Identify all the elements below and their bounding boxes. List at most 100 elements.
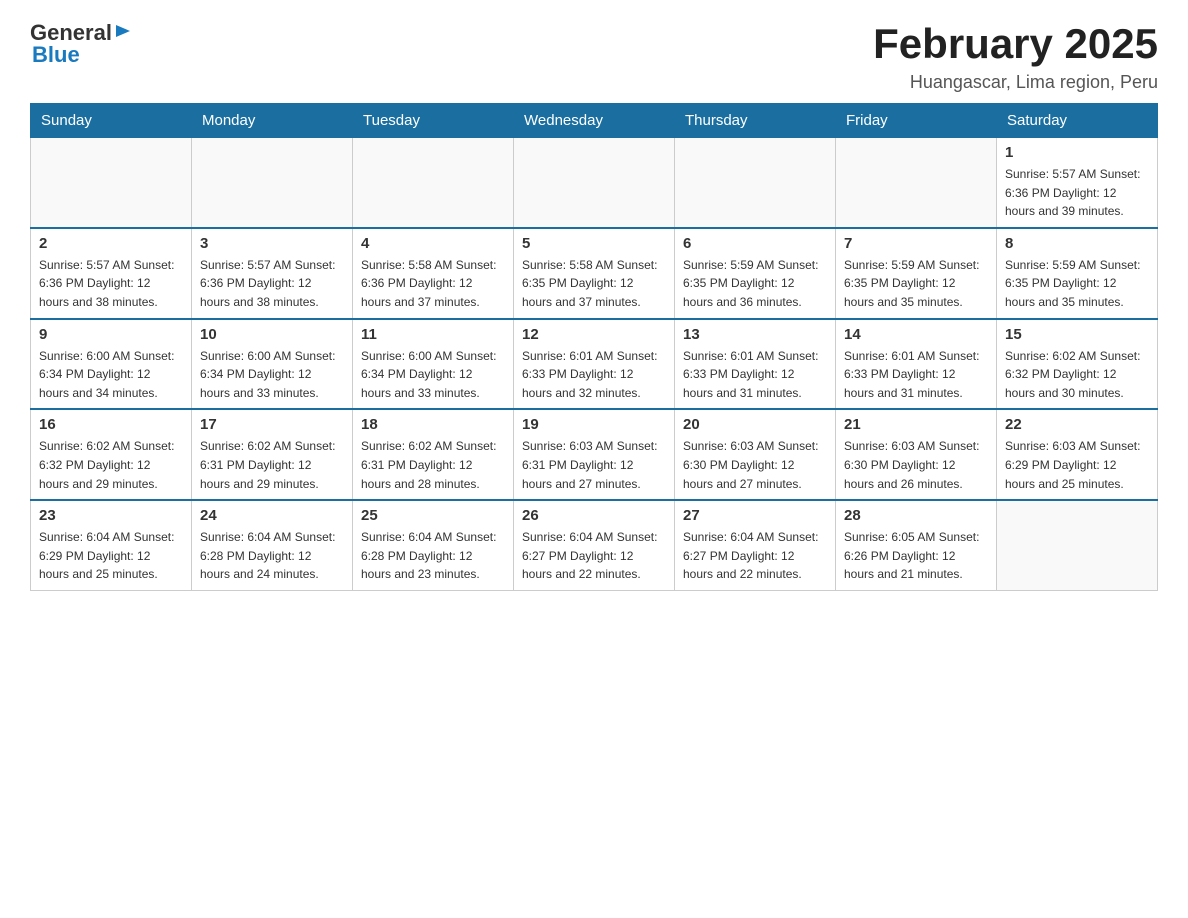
day-of-week-header: Saturday xyxy=(997,104,1158,138)
calendar-day-cell: 4 Sunrise: 5:58 AM Sunset: 6:36 PM Daylig… xyxy=(353,228,514,319)
day-info: Sunrise: 6:02 AM Sunset: 6:32 PM Dayligh… xyxy=(1005,347,1149,403)
day-info: Sunrise: 6:02 AM Sunset: 6:31 PM Dayligh… xyxy=(361,437,505,493)
calendar-day-cell: 2 Sunrise: 5:57 AM Sunset: 6:36 PM Daylig… xyxy=(31,228,192,319)
calendar-subtitle: Huangascar, Lima region, Peru xyxy=(873,72,1158,93)
calendar-week-row: 2 Sunrise: 5:57 AM Sunset: 6:36 PM Daylig… xyxy=(31,228,1158,319)
day-info: Sunrise: 5:59 AM Sunset: 6:35 PM Dayligh… xyxy=(683,256,827,312)
day-number: 20 xyxy=(683,416,827,433)
day-info: Sunrise: 6:00 AM Sunset: 6:34 PM Dayligh… xyxy=(361,347,505,403)
day-number: 17 xyxy=(200,416,344,433)
day-info: Sunrise: 6:03 AM Sunset: 6:31 PM Dayligh… xyxy=(522,437,666,493)
page-header: General Blue February 2025 Huangascar, L… xyxy=(30,20,1158,93)
calendar-body: 1 Sunrise: 5:57 AM Sunset: 6:36 PM Daylig… xyxy=(31,138,1158,591)
day-info: Sunrise: 6:01 AM Sunset: 6:33 PM Dayligh… xyxy=(844,347,988,403)
day-info: Sunrise: 6:03 AM Sunset: 6:30 PM Dayligh… xyxy=(683,437,827,493)
day-number: 28 xyxy=(844,507,988,524)
calendar-day-cell: 24Sunrise: 6:04 AM Sunset: 6:28 PM Dayli… xyxy=(192,500,353,590)
day-of-week-header: Sunday xyxy=(31,104,192,138)
calendar-day-cell: 28 Sunrise: 6:05 AM Sunset: 6:26 PM Dayli… xyxy=(836,500,997,590)
day-info: Sunrise: 6:01 AM Sunset: 6:33 PM Dayligh… xyxy=(683,347,827,403)
calendar-day-cell: 5 Sunrise: 5:58 AM Sunset: 6:35 PM Daylig… xyxy=(514,228,675,319)
calendar-title: February 2025 xyxy=(873,20,1158,68)
day-info: Sunrise: 6:04 AM Sunset: 6:27 PM Dayligh… xyxy=(683,528,827,584)
calendar-day-cell: 14Sunrise: 6:01 AM Sunset: 6:33 PM Dayli… xyxy=(836,319,997,410)
day-of-week-header: Monday xyxy=(192,104,353,138)
calendar-week-row: 1Sunrise: 5:57 AM Sunset: 6:36 PM Daylig… xyxy=(31,138,1158,228)
calendar-day-cell xyxy=(836,138,997,228)
day-info: Sunrise: 5:57 AM Sunset: 6:36 PM Dayligh… xyxy=(39,256,183,312)
calendar-day-cell xyxy=(997,500,1158,590)
day-of-week-header: Friday xyxy=(836,104,997,138)
calendar-day-cell: 11 Sunrise: 6:00 AM Sunset: 6:34 PM Dayli… xyxy=(353,319,514,410)
calendar-day-cell: 12Sunrise: 6:01 AM Sunset: 6:33 PM Dayli… xyxy=(514,319,675,410)
calendar-table: SundayMondayTuesdayWednesdayThursdayFrid… xyxy=(30,103,1158,591)
day-number: 24 xyxy=(200,507,344,524)
logo-blue-text: Blue xyxy=(30,42,80,68)
calendar-day-cell xyxy=(514,138,675,228)
day-number: 9 xyxy=(39,326,183,343)
calendar-day-cell: 21Sunrise: 6:03 AM Sunset: 6:30 PM Dayli… xyxy=(836,409,997,500)
day-info: Sunrise: 6:03 AM Sunset: 6:29 PM Dayligh… xyxy=(1005,437,1149,493)
day-number: 16 xyxy=(39,416,183,433)
day-number: 26 xyxy=(522,507,666,524)
calendar-week-row: 23 Sunrise: 6:04 AM Sunset: 6:29 PM Dayli… xyxy=(31,500,1158,590)
day-number: 27 xyxy=(683,507,827,524)
day-of-week-header: Tuesday xyxy=(353,104,514,138)
calendar-day-cell: 10 Sunrise: 6:00 AM Sunset: 6:34 PM Dayli… xyxy=(192,319,353,410)
logo-flag-icon xyxy=(114,23,132,41)
day-number: 11 xyxy=(361,326,505,343)
day-number: 5 xyxy=(522,235,666,252)
calendar-day-cell: 6 Sunrise: 5:59 AM Sunset: 6:35 PM Daylig… xyxy=(675,228,836,319)
day-info: Sunrise: 6:02 AM Sunset: 6:31 PM Dayligh… xyxy=(200,437,344,493)
day-number: 10 xyxy=(200,326,344,343)
day-number: 4 xyxy=(361,235,505,252)
title-area: February 2025 Huangascar, Lima region, P… xyxy=(873,20,1158,93)
day-number: 3 xyxy=(200,235,344,252)
day-info: Sunrise: 6:04 AM Sunset: 6:27 PM Dayligh… xyxy=(522,528,666,584)
calendar-header: SundayMondayTuesdayWednesdayThursdayFrid… xyxy=(31,104,1158,138)
day-number: 2 xyxy=(39,235,183,252)
day-info: Sunrise: 6:00 AM Sunset: 6:34 PM Dayligh… xyxy=(200,347,344,403)
day-number: 7 xyxy=(844,235,988,252)
day-number: 22 xyxy=(1005,416,1149,433)
calendar-day-cell: 20 Sunrise: 6:03 AM Sunset: 6:30 PM Dayli… xyxy=(675,409,836,500)
calendar-day-cell xyxy=(192,138,353,228)
calendar-day-cell: 19 Sunrise: 6:03 AM Sunset: 6:31 PM Dayli… xyxy=(514,409,675,500)
calendar-day-cell: 15 Sunrise: 6:02 AM Sunset: 6:32 PM Dayli… xyxy=(997,319,1158,410)
calendar-day-cell: 26 Sunrise: 6:04 AM Sunset: 6:27 PM Dayli… xyxy=(514,500,675,590)
day-number: 6 xyxy=(683,235,827,252)
calendar-day-cell: 3 Sunrise: 5:57 AM Sunset: 6:36 PM Daylig… xyxy=(192,228,353,319)
day-info: Sunrise: 5:57 AM Sunset: 6:36 PM Dayligh… xyxy=(200,256,344,312)
day-number: 12 xyxy=(522,326,666,343)
day-number: 13 xyxy=(683,326,827,343)
day-info: Sunrise: 5:59 AM Sunset: 6:35 PM Dayligh… xyxy=(1005,256,1149,312)
calendar-day-cell: 1Sunrise: 5:57 AM Sunset: 6:36 PM Daylig… xyxy=(997,138,1158,228)
calendar-day-cell: 8 Sunrise: 5:59 AM Sunset: 6:35 PM Daylig… xyxy=(997,228,1158,319)
calendar-day-cell: 25Sunrise: 6:04 AM Sunset: 6:28 PM Dayli… xyxy=(353,500,514,590)
calendar-day-cell: 16 Sunrise: 6:02 AM Sunset: 6:32 PM Dayli… xyxy=(31,409,192,500)
day-info: Sunrise: 6:02 AM Sunset: 6:32 PM Dayligh… xyxy=(39,437,183,493)
day-info: Sunrise: 6:04 AM Sunset: 6:29 PM Dayligh… xyxy=(39,528,183,584)
day-number: 1 xyxy=(1005,144,1149,161)
calendar-day-cell: 7 Sunrise: 5:59 AM Sunset: 6:35 PM Daylig… xyxy=(836,228,997,319)
day-info: Sunrise: 5:59 AM Sunset: 6:35 PM Dayligh… xyxy=(844,256,988,312)
calendar-day-cell: 23 Sunrise: 6:04 AM Sunset: 6:29 PM Dayli… xyxy=(31,500,192,590)
day-number: 15 xyxy=(1005,326,1149,343)
day-info: Sunrise: 5:58 AM Sunset: 6:36 PM Dayligh… xyxy=(361,256,505,312)
day-number: 21 xyxy=(844,416,988,433)
calendar-week-row: 16 Sunrise: 6:02 AM Sunset: 6:32 PM Dayli… xyxy=(31,409,1158,500)
calendar-day-cell: 22 Sunrise: 6:03 AM Sunset: 6:29 PM Dayli… xyxy=(997,409,1158,500)
logo: General Blue xyxy=(30,20,132,68)
day-number: 23 xyxy=(39,507,183,524)
calendar-day-cell: 13 Sunrise: 6:01 AM Sunset: 6:33 PM Dayli… xyxy=(675,319,836,410)
day-of-week-header: Thursday xyxy=(675,104,836,138)
calendar-day-cell: 18Sunrise: 6:02 AM Sunset: 6:31 PM Dayli… xyxy=(353,409,514,500)
day-info: Sunrise: 6:00 AM Sunset: 6:34 PM Dayligh… xyxy=(39,347,183,403)
day-number: 8 xyxy=(1005,235,1149,252)
calendar-day-cell: 9 Sunrise: 6:00 AM Sunset: 6:34 PM Daylig… xyxy=(31,319,192,410)
calendar-day-cell xyxy=(353,138,514,228)
day-info: Sunrise: 6:05 AM Sunset: 6:26 PM Dayligh… xyxy=(844,528,988,584)
day-number: 19 xyxy=(522,416,666,433)
day-number: 25 xyxy=(361,507,505,524)
day-info: Sunrise: 5:58 AM Sunset: 6:35 PM Dayligh… xyxy=(522,256,666,312)
